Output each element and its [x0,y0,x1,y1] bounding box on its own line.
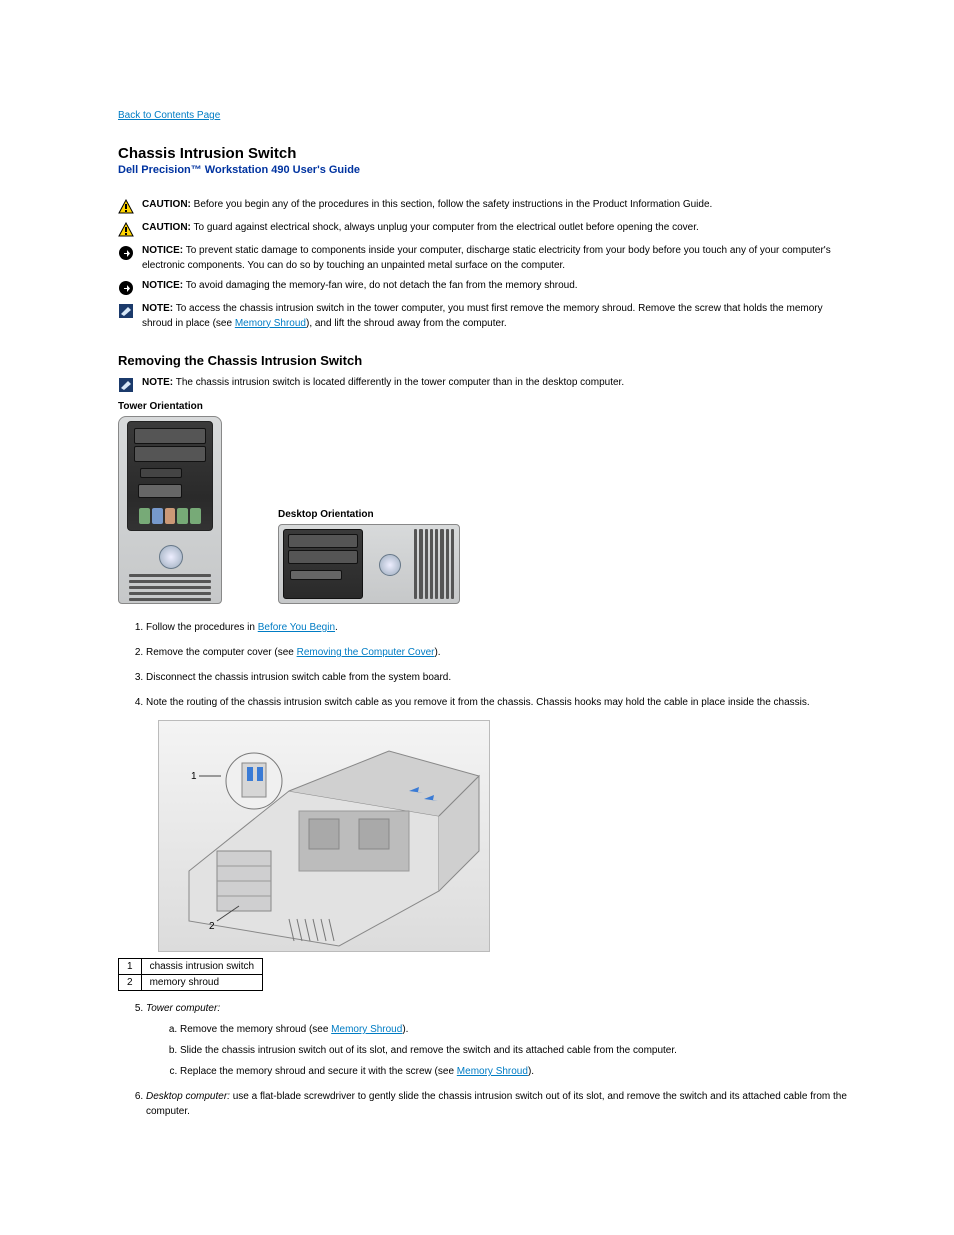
tower-orientation-figure: Tower Orientation [118,401,228,604]
note-text: NOTE: To access the chassis intrusion sw… [142,302,854,331]
part-label: memory shroud [141,975,262,991]
note-label: NOTE: [142,377,173,388]
section-heading: Removing the Chassis Intrusion Switch [118,353,854,368]
table-row: 1chassis intrusion switch [119,959,263,975]
memory-shroud-link[interactable]: Memory Shroud [331,1024,402,1035]
substep-a: Remove the memory shroud (see Memory Shr… [180,1022,854,1037]
steps-list-continued: Tower computer: Remove the memory shroud… [118,1001,854,1119]
substep-b: Slide the chassis intrusion switch out o… [180,1043,854,1058]
notice-icon [118,280,134,296]
step-link[interactable]: Removing the Computer Cover [297,647,435,658]
desktop-caption: Desktop Orientation [278,509,468,520]
note-icon [118,303,134,319]
svg-text:1: 1 [191,771,197,782]
caution-block: CAUTION: To guard against electrical sho… [118,221,854,238]
parts-table: 1chassis intrusion switch2memory shroud [118,958,263,991]
tower-drawing [118,416,222,604]
desktop-drawing [278,524,460,604]
table-row: 2memory shroud [119,975,263,991]
step-link[interactable]: Before You Begin [258,622,335,633]
orientation-note: NOTE: The chassis intrusion switch is lo… [118,376,854,393]
memory-shroud-link[interactable]: Memory Shroud [235,318,306,329]
step5-prefix: Tower computer: [146,1003,220,1014]
steps-list: Follow the procedures in Before You Begi… [118,620,854,710]
step6-text: use a flat-blade screwdriver to gently s… [146,1091,847,1117]
notice-block: NOTICE: To prevent static damage to comp… [118,244,854,273]
part-number: 1 [119,959,142,975]
orientation-figures: Tower Orientation Desktop Orientation [118,401,854,604]
substep-c: Replace the memory shroud and secure it … [180,1064,854,1079]
note-block: NOTE: To access the chassis intrusion sw… [118,302,854,331]
note-icon [118,377,134,393]
page-root: Back to Contents Page Chassis Intrusion … [0,0,954,1189]
step-4: Note the routing of the chassis intrusio… [146,695,854,710]
caution-text: CAUTION: Before you begin any of the pro… [142,198,854,213]
tower-caption: Tower Orientation [118,401,228,412]
step-3: Disconnect the chassis intrusion switch … [146,670,854,685]
isometric-figure: 1 2 [118,720,854,952]
tower-substeps: Remove the memory shroud (see Memory Shr… [146,1022,854,1079]
notice-text: NOTICE: To prevent static damage to comp… [142,244,854,273]
page-title: Chassis Intrusion Switch [118,145,854,162]
notice-icon [118,245,134,261]
desktop-orientation-figure: Desktop Orientation [278,509,468,604]
step-5: Tower computer: Remove the memory shroud… [146,1001,854,1079]
caution-text: CAUTION: To guard against electrical sho… [142,221,854,236]
caution-block: CAUTION: Before you begin any of the pro… [118,198,854,215]
orientation-note-text: NOTE: The chassis intrusion switch is lo… [142,376,854,391]
subtitle: Dell Precision™ Workstation 490 User's G… [118,164,854,176]
part-label: chassis intrusion switch [141,959,262,975]
part-number: 2 [119,975,142,991]
step-2: Remove the computer cover (see Removing … [146,645,854,660]
svg-text:2: 2 [209,921,215,932]
step-1: Follow the procedures in Before You Begi… [146,620,854,635]
caution-icon [118,222,134,238]
caution-icon [118,199,134,215]
notice-block: NOTICE: To avoid damaging the memory-fan… [118,279,854,296]
step-6: Desktop computer: use a flat-blade screw… [146,1089,854,1119]
back-link[interactable]: Back to Contents Page [118,110,220,121]
memory-shroud-link[interactable]: Memory Shroud [457,1066,528,1077]
note-body: The chassis intrusion switch is located … [176,377,624,388]
step6-prefix: Desktop computer: [146,1091,230,1102]
notice-text: NOTICE: To avoid damaging the memory-fan… [142,279,854,294]
